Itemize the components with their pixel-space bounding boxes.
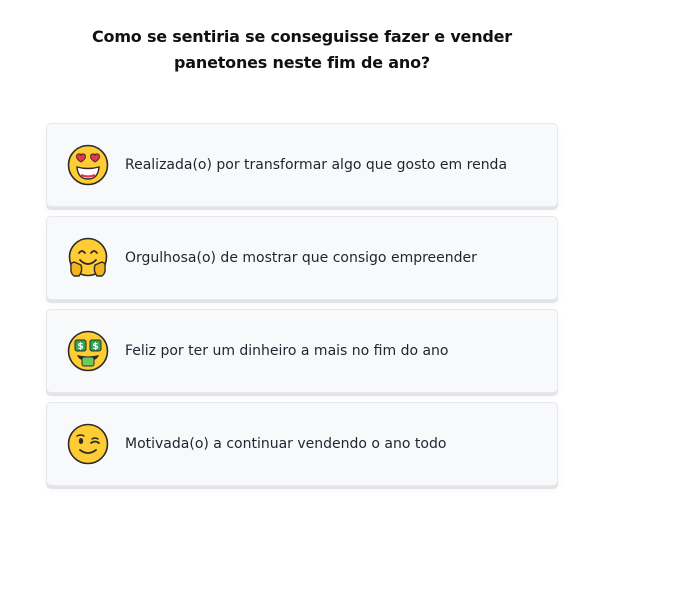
option-label: Realizada(o) por transformar algo que go…: [125, 157, 508, 173]
money-mouth-face-icon: $ $: [67, 330, 109, 372]
option-orgulhosa[interactable]: Orgulhosa(o) de mostrar que consigo empr…: [46, 216, 558, 300]
heart-eyes-face-icon: [67, 144, 109, 186]
option-motivada[interactable]: Motivada(o) a continuar vendendo o ano t…: [46, 402, 558, 486]
hugging-face-icon: [68, 237, 108, 277]
option-label: Feliz por ter um dinheiro a mais no fim …: [125, 343, 449, 359]
winking-face-icon: [67, 423, 109, 465]
question-title: Como se sentiria se conseguisse fazer e …: [91, 27, 512, 72]
option-label: Orgulhosa(o) de mostrar que consigo empr…: [125, 250, 477, 266]
option-realizada[interactable]: Realizada(o) por transformar algo que go…: [46, 123, 558, 207]
answer-options: Realizada(o) por transformar algo que go…: [46, 123, 558, 495]
option-label: Motivada(o) a continuar vendendo o ano t…: [125, 436, 447, 452]
option-feliz[interactable]: $ $ Feliz por ter um dinheiro a mais no …: [46, 309, 558, 393]
svg-text:$: $: [77, 342, 83, 352]
svg-text:$: $: [92, 342, 98, 352]
